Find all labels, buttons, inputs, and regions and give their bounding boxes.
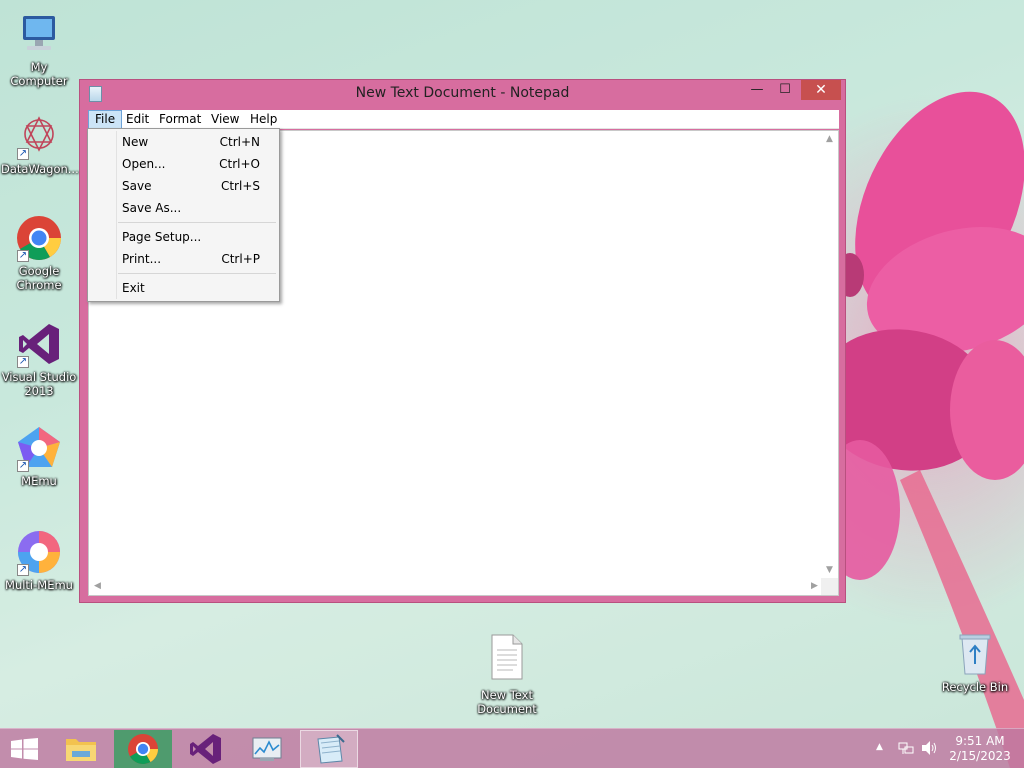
- shortcut-arrow-icon: ↗: [17, 148, 29, 160]
- close-button[interactable]: ✕: [801, 80, 841, 100]
- menu-file[interactable]: File: [88, 110, 123, 129]
- clock-date: 2/15/2023: [949, 749, 1011, 763]
- size-grip[interactable]: [821, 578, 838, 595]
- desktop-icon-label: My Computer: [10, 60, 68, 88]
- shortcut-arrow-icon: ↗: [17, 564, 29, 576]
- recycle-bin-icon: [951, 630, 999, 678]
- multi-memu-icon: ↗: [15, 528, 63, 576]
- windows-logo-icon: [11, 738, 38, 760]
- menu-help[interactable]: Help: [244, 110, 283, 129]
- menu-item-shortcut: Ctrl+P: [221, 252, 260, 266]
- window-title: New Text Document - Notepad: [355, 85, 570, 101]
- title-bar[interactable]: New Text Document - Notepad — ☐ ✕: [80, 80, 845, 108]
- desktop-icon-label: DataWagon...: [1, 162, 79, 176]
- desktop-icon-label: New Text Document: [477, 688, 537, 716]
- computer-icon: [15, 10, 63, 58]
- taskbar: ▲ 9:51 AM 2/15/2023: [0, 728, 1024, 768]
- desktop-icon-my-computer[interactable]: My Computer: [1, 10, 77, 88]
- desktop-icon-label: Google Chrome: [16, 264, 62, 292]
- menu-item-save-as[interactable]: Save As...: [90, 197, 277, 219]
- desktop-icon-datawagon[interactable]: ↗ DataWagon...: [1, 112, 79, 176]
- menu-item-print[interactable]: Print... Ctrl+P: [90, 248, 277, 270]
- menu-view[interactable]: View: [205, 110, 245, 129]
- scroll-down-arrow-icon[interactable]: ▼: [821, 562, 838, 579]
- task-manager-icon: [252, 737, 282, 761]
- menu-item-shortcut: Ctrl+N: [219, 135, 260, 149]
- menu-item-label: New: [122, 135, 149, 149]
- taskbar-google-chrome[interactable]: [114, 730, 172, 768]
- menu-separator: [118, 222, 276, 223]
- menu-edit[interactable]: Edit: [120, 110, 155, 129]
- taskbar-task-manager[interactable]: [238, 730, 296, 768]
- scroll-left-arrow-icon[interactable]: ◀: [89, 578, 106, 595]
- memu-icon: ↗: [15, 424, 63, 472]
- datawagon-icon: ↗: [15, 112, 63, 160]
- menu-item-label: Save: [122, 179, 152, 193]
- desktop-icon-multi-memu[interactable]: ↗ Multi-MEmu: [1, 528, 77, 592]
- visual-studio-icon: ↗: [15, 320, 63, 368]
- menu-item-exit[interactable]: Exit: [90, 277, 277, 299]
- maximize-button[interactable]: ☐: [771, 80, 799, 100]
- network-icon[interactable]: [898, 740, 914, 759]
- chrome-icon: [128, 734, 158, 765]
- system-clock[interactable]: 9:51 AM 2/15/2023: [944, 734, 1016, 764]
- menu-item-open[interactable]: Open... Ctrl+O: [90, 153, 277, 175]
- show-hidden-icons-button[interactable]: ▲: [876, 742, 883, 752]
- menu-item-label: Exit: [122, 281, 145, 295]
- text-file-icon: [489, 634, 525, 680]
- menu-item-page-setup[interactable]: Page Setup...: [90, 226, 277, 248]
- file-menu-dropdown: New Ctrl+N Open... Ctrl+O Save Ctrl+S Sa…: [87, 128, 280, 302]
- menu-item-shortcut: Ctrl+S: [220, 179, 260, 193]
- menu-item-label: Open...: [122, 157, 166, 171]
- taskbar-file-explorer[interactable]: [52, 730, 110, 768]
- taskbar-notepad[interactable]: [300, 730, 358, 768]
- menu-item-new[interactable]: New Ctrl+N: [90, 131, 277, 153]
- start-button[interactable]: [11, 738, 38, 760]
- desktop-icon-label: Recycle Bin: [941, 680, 1009, 694]
- menu-item-label: Save As...: [122, 201, 182, 215]
- desktop-icon-label: Multi-MEmu: [5, 578, 73, 592]
- folder-icon: [66, 739, 96, 761]
- horizontal-scrollbar[interactable]: ◀ ▶: [89, 578, 823, 595]
- taskbar-visual-studio[interactable]: [176, 730, 234, 768]
- desktop-icon-recycle-bin[interactable]: Recycle Bin: [937, 630, 1013, 694]
- menu-format[interactable]: Format: [153, 110, 207, 129]
- menu-item-save[interactable]: Save Ctrl+S: [90, 175, 277, 197]
- desktop-icon-memu[interactable]: ↗ MEmu: [1, 424, 77, 488]
- visual-studio-icon: [190, 734, 221, 764]
- chrome-icon: ↗: [15, 214, 63, 262]
- volume-icon[interactable]: [921, 740, 939, 759]
- minimize-button[interactable]: —: [743, 80, 771, 100]
- desktop-icon-google-chrome[interactable]: ↗ Google Chrome: [1, 214, 77, 292]
- menu-separator: [118, 273, 276, 274]
- menu-item-label: Page Setup...: [122, 230, 202, 244]
- scroll-up-arrow-icon[interactable]: ▲: [821, 131, 838, 148]
- menu-item-label: Print...: [122, 252, 162, 266]
- vertical-scrollbar[interactable]: ▲ ▼: [821, 131, 838, 579]
- desktop-icon-visual-studio[interactable]: ↗ Visual Studio 2013: [1, 320, 77, 398]
- desktop-icon-new-text-document[interactable]: New Text Document: [469, 634, 545, 716]
- menu-bar: File Edit Format View Help: [88, 110, 839, 129]
- clock-time: 9:51 AM: [955, 734, 1005, 748]
- shortcut-arrow-icon: ↗: [17, 250, 29, 262]
- notepad-icon: [317, 734, 345, 764]
- menu-item-shortcut: Ctrl+O: [219, 157, 260, 171]
- shortcut-arrow-icon: ↗: [17, 460, 29, 472]
- desktop-icon-label: MEmu: [21, 474, 57, 488]
- shortcut-arrow-icon: ↗: [17, 356, 29, 368]
- desktop-icon-label: Visual Studio 2013: [1, 370, 77, 398]
